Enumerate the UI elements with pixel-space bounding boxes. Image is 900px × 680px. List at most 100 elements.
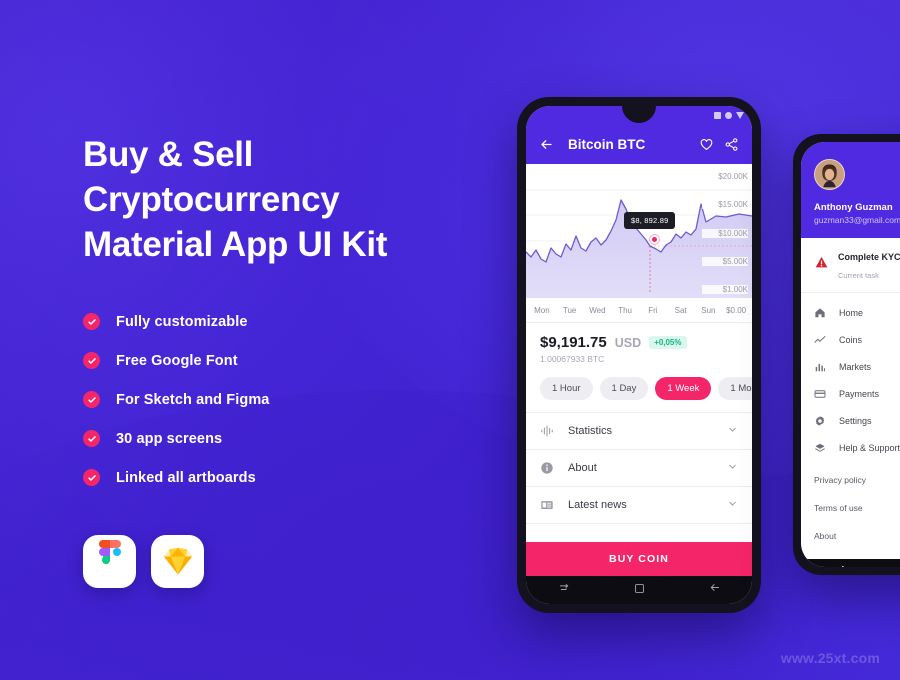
phone-detail-screen: Bitcoin BTC $20.00K $15.00K $10.00K $5.0… — [526, 106, 752, 604]
drawer-item-settings[interactable]: Settings — [801, 407, 900, 434]
chart-point-marker — [650, 235, 659, 244]
wifi-icon — [725, 111, 732, 119]
nav-recents-icon[interactable] — [558, 581, 571, 599]
phone-detail-device: Bitcoin BTC $20.00K $15.00K $10.00K $5.0… — [517, 97, 761, 613]
chevron-down-icon — [727, 496, 738, 514]
feature-label: For Sketch and Figma — [116, 391, 270, 408]
buy-coin-button[interactable]: BUY COIN — [526, 542, 752, 576]
range-chip-1-week[interactable]: 1 Week — [655, 377, 712, 400]
drawer-link-privacy-policy[interactable]: Privacy policy — [814, 475, 900, 485]
drawer-item-label: Markets — [839, 361, 872, 372]
phone-drawer-device: Anthony Guzman guzman33@gmail.com Comple… — [793, 134, 900, 575]
price-change-badge: +0,05% — [649, 336, 687, 349]
kyc-task-row[interactable]: Complete KYC Current task — [801, 238, 900, 293]
share-icon[interactable] — [724, 137, 739, 152]
section-label: Statistics — [568, 425, 613, 437]
range-chip-1-month[interactable]: 1 Month — [718, 377, 752, 400]
check-circle-icon — [83, 430, 100, 447]
chevron-down-icon — [727, 459, 738, 477]
nav-recents-icon[interactable] — [835, 562, 847, 567]
gear-icon — [814, 415, 832, 427]
arrow-left-icon[interactable] — [539, 137, 554, 152]
feature-item: Free Google Font — [83, 352, 503, 369]
feature-item: For Sketch and Figma — [83, 391, 503, 408]
section-label: About — [568, 462, 597, 474]
title-line-2: Cryptocurrency — [83, 180, 340, 219]
check-circle-icon — [83, 352, 100, 369]
lifebuoy-icon — [814, 442, 832, 454]
drawer-item-coins[interactable]: Coins — [801, 326, 900, 353]
section-row-about[interactable]: About — [526, 450, 752, 487]
android-nav-bar — [526, 576, 752, 604]
feature-item: Linked all artboards — [83, 469, 503, 486]
title-line-3: Material App UI Kit — [83, 225, 388, 264]
detail-sections: Statistics About Latest news — [526, 412, 752, 542]
check-circle-icon — [83, 313, 100, 330]
price-chart-svg — [526, 189, 752, 298]
page-title: Buy & Sell Cryptocurrency Material App U… — [83, 132, 503, 267]
section-row-statistics[interactable]: Statistics — [526, 413, 752, 450]
x-tick-label: Tue — [562, 305, 577, 315]
range-filter-chips: 1 Hour 1 Day 1 Week 1 Month 1 Y — [526, 364, 752, 412]
drawer-item-label: Settings — [839, 415, 872, 426]
drawer-footer-links: Privacy policy Terms of use About — [801, 475, 900, 559]
drawer-item-label: Payments — [839, 388, 880, 399]
drawer-item-help-support[interactable]: Help & Support — [801, 434, 900, 461]
phone-drawer-screen: Anthony Guzman guzman33@gmail.com Comple… — [801, 142, 900, 567]
y-tick-label-zero: $0.00 — [726, 305, 747, 315]
feature-label: Free Google Font — [116, 352, 238, 369]
feature-item: Fully customizable — [83, 313, 503, 330]
drawer-item-payments[interactable]: Payments — [801, 380, 900, 407]
x-tick-label: Mon — [534, 305, 550, 315]
price-amount: $9,191.75 — [540, 334, 607, 351]
section-row-latest-news[interactable]: Latest news — [526, 487, 752, 524]
price-currency: USD — [614, 335, 642, 350]
article-icon — [540, 498, 562, 512]
feature-label: Linked all artboards — [116, 469, 256, 486]
feature-label: Fully customizable — [116, 313, 248, 330]
sketch-logo-icon — [163, 547, 192, 574]
x-tick-label: Thu — [618, 305, 633, 315]
drawer-item-home[interactable]: Home — [801, 299, 900, 326]
home-icon — [814, 307, 832, 319]
x-tick-label: Sat — [674, 305, 687, 315]
watermark: www.25xt.com — [780, 650, 880, 666]
signal-icon — [714, 111, 721, 119]
figma-logo-badge — [83, 535, 136, 588]
range-chip-1-hour[interactable]: 1 Hour — [540, 377, 593, 400]
section-label: Latest news — [568, 499, 627, 511]
x-tick-label: Fri — [648, 305, 658, 315]
drawer-item-label: Help & Support — [839, 442, 900, 453]
chevron-down-icon — [727, 422, 738, 440]
heart-icon[interactable] — [699, 137, 714, 152]
x-tick-label: Sun — [701, 305, 716, 315]
sketch-logo-badge — [151, 535, 204, 588]
drawer-item-label: Coins — [839, 334, 863, 345]
poster-stage: Buy & Sell Cryptocurrency Material App U… — [0, 0, 900, 680]
line-chart-icon — [814, 334, 832, 346]
profile-email: guzman33@gmail.com — [814, 215, 900, 225]
drawer-link-terms-of-use[interactable]: Terms of use — [814, 503, 900, 513]
avatar[interactable] — [814, 159, 845, 190]
x-tick-label: Wed — [589, 305, 606, 315]
bar-chart-icon — [814, 361, 832, 373]
kyc-subtitle: Current task — [838, 271, 879, 280]
figma-logo-icon — [98, 539, 121, 564]
range-chip-1-day[interactable]: 1 Day — [599, 377, 649, 400]
tool-badges — [83, 535, 204, 588]
feature-label: 30 app screens — [116, 430, 223, 447]
drawer-item-markets[interactable]: Markets — [801, 353, 900, 380]
nav-back-icon[interactable] — [708, 581, 721, 599]
waveform-icon — [540, 424, 562, 438]
drawer-link-about[interactable]: About — [814, 531, 900, 541]
nav-home-icon[interactable] — [634, 581, 645, 599]
drawer-menu: Home Coins Markets Payments Settings Hel… — [801, 293, 900, 465]
price-chart: $20.00K $15.00K $10.00K $5.00K $1.00K $8… — [526, 164, 752, 298]
kyc-title: Complete KYC — [838, 252, 900, 262]
battery-icon — [736, 111, 744, 119]
credit-card-icon — [814, 388, 832, 400]
drawer-item-label: Home — [839, 307, 864, 318]
drawer-profile-header: Anthony Guzman guzman33@gmail.com — [801, 142, 900, 238]
feature-item: 30 app screens — [83, 430, 503, 447]
chart-x-axis: Mon Tue Wed Thu Fri Sat Sun $0.00 — [526, 298, 752, 323]
